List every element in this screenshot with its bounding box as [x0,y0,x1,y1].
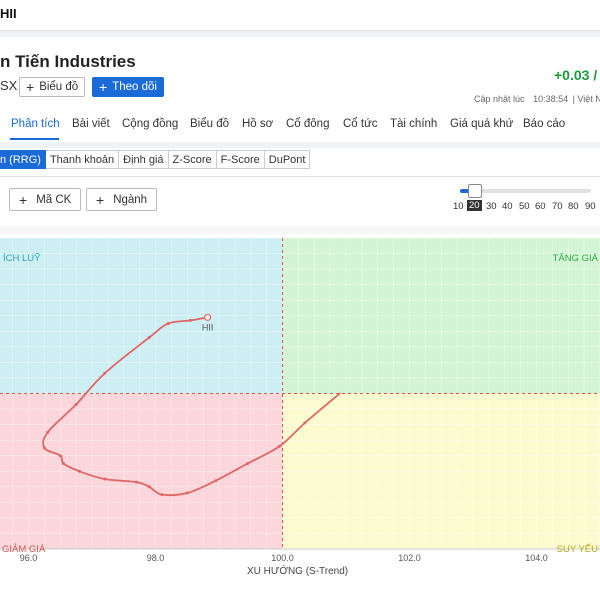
subtab-rrg[interactable]: n (RRG) [0,150,46,169]
stock-header: n Tiến Industries SX + Biểu đồ + Theo dõ… [0,37,600,142]
trail-point[interactable] [61,461,65,465]
main-tabs: Phân tích Bài viết Cộng đồng Biểu đồ Hồ … [0,115,600,142]
x-tick-label: 98.0 [147,553,165,563]
trail-point[interactable] [147,485,151,489]
add-symbol-label: Mã CK [36,193,72,206]
section-gap [0,226,600,234]
period-slider-marks: 10 20 30 40 50 60 70 80 90 [452,200,600,213]
updated-label: Cập nhật lúc [474,94,525,104]
slider-mark[interactable]: 90 [585,201,596,212]
trail-point[interactable] [135,480,139,484]
trail-point[interactable] [103,371,107,375]
trail-point[interactable] [46,430,50,434]
subtab-valuation[interactable]: Định giá [119,150,169,169]
x-tick-label: 102.0 [398,553,421,563]
trail-point[interactable] [160,493,164,497]
exchange-label: SX [0,78,18,93]
tab-reports[interactable]: Báo cáo [523,118,565,130]
tab-chart[interactable]: Biểu đồ [190,118,229,130]
tab-analysis[interactable]: Phân tích [11,118,60,130]
trail-point[interactable] [166,322,170,326]
active-tab-indicator [10,138,59,140]
add-symbol-button[interactable]: + Mã CK [9,188,82,211]
tab-financials[interactable]: Tài chính [390,118,437,130]
trail-point[interactable] [147,336,151,340]
plus-icon: + [26,79,35,95]
trail-point[interactable] [77,469,81,473]
quadrant-label-bottom-left: GIẢM GIÁ [2,543,46,555]
tab-price-history[interactable]: Giá quá khứ [450,118,513,130]
trail-point[interactable] [303,421,307,425]
tab-dividends[interactable]: Cổ tức [343,118,378,130]
slider-mark[interactable]: 60 [535,201,546,212]
x-tick-label: 100.0 [271,553,294,563]
trail-point[interactable] [277,444,281,448]
divider [0,176,600,177]
follow-button[interactable]: + Theo dõi [92,77,164,97]
plus-icon: + [96,191,105,208]
period-slider-handle[interactable] [468,184,482,198]
trail-point[interactable] [188,318,192,322]
quadrant-label-top-left: ÍCH LUỸ [3,253,41,264]
section-gap [0,142,600,148]
slider-mark[interactable]: 70 [552,201,563,212]
subtab-dupont[interactable]: DuPont [264,150,311,169]
trail-point[interactable] [103,477,107,481]
subtab-f-score[interactable]: F-Score [216,150,265,169]
slider-mark[interactable]: 10 [453,201,464,212]
company-name: n Tiến Industries [0,52,136,71]
slider-mark[interactable]: 30 [486,201,497,212]
x-tick-label: 104.0 [525,553,548,563]
tab-shareholders[interactable]: Cổ đông [286,118,329,130]
ticker-label: HII [0,6,17,21]
slider-mark[interactable]: 50 [519,201,530,212]
trail-point-current[interactable] [204,313,212,321]
trail-point[interactable] [214,479,218,483]
plus-icon: + [99,79,108,95]
updated-suffix: | Việt Na [572,94,600,104]
add-sector-label: Ngành [113,193,148,206]
slider-mark[interactable]: 80 [568,201,579,212]
subtab-liquidity[interactable]: Thanh khoản [45,150,120,169]
x-axis-label: XU HƯỚNG (S-Trend) [247,564,348,577]
quadrant-label-top-right: TĂNG GIÁ [553,253,599,264]
slider-mark-selected[interactable]: 20 [467,200,482,211]
trail-point[interactable] [246,461,250,465]
trail-point[interactable] [42,446,46,450]
updated-time: 10:38:54 [533,94,569,104]
trail-point[interactable] [185,491,189,495]
tab-profile[interactable]: Hồ sơ [242,118,273,130]
follow-button-label: Theo dõi [112,81,157,93]
add-sector-button[interactable]: + Ngành [86,188,158,211]
price-change: +0.03 / [554,67,598,83]
chart-button-label: Biểu đồ [39,81,79,93]
slider-mark[interactable]: 40 [502,201,513,212]
series-label-hii: HII [202,322,214,332]
plus-icon: + [19,191,28,208]
quadrant-label-bottom-right: SUY YẾU [557,544,599,555]
tab-posts[interactable]: Bài viết [72,118,110,130]
subtab-z-score[interactable]: Z-Score [168,150,217,169]
trail-point[interactable] [74,402,78,406]
chart-button[interactable]: + Biểu đồ [19,77,86,97]
updated-info: Cập nhật lúc 10:38:54 | Việt Na [474,94,600,104]
rrg-chart: 96.0 98.0 100.0 102.0 104.0 XU HƯỚNG (S-Tren… [0,234,600,600]
tab-community[interactable]: Cộng đồng [122,118,178,130]
trail-point[interactable] [58,454,62,458]
top-bar: HII [0,0,600,31]
sub-tabs: n (RRG) Thanh khoản Định giá Z-Score F-S… [0,150,311,170]
